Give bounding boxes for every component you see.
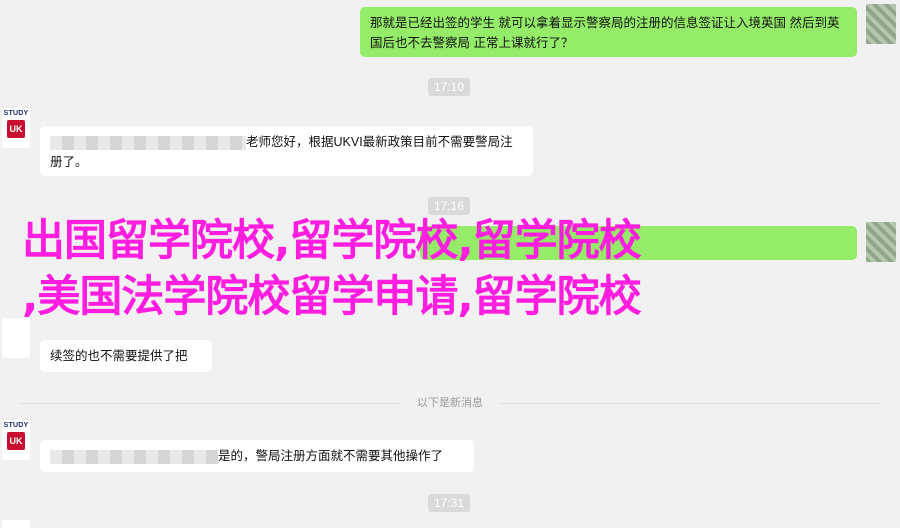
message-text: 那就是已经出签的学生 就可以拿着显示警察局的注册的信息签证让入境英国 然后到英国… xyxy=(370,16,840,50)
divider-line-right xyxy=(500,403,880,404)
timestamp: 17:16 xyxy=(428,197,470,215)
timestamp: 17:31 xyxy=(428,494,470,512)
contact-avatar[interactable] xyxy=(866,4,896,44)
message-bubble-sent[interactable]: 那就是已经出签的学生 就可以拿着显示警察局的注册的信息签证让入境英国 然后到英国… xyxy=(360,7,857,57)
message-text: 续签的也不需要提供了把 xyxy=(50,349,188,363)
overlay-headline-line1: 出国留学院校,留学院校,留学院校 xyxy=(22,216,642,266)
study-uk-avatar[interactable] xyxy=(2,520,30,528)
message-bubble-received[interactable]: 老师您好，根据UKVI最新政策目前不需要警局注册了。 xyxy=(40,126,533,176)
overlay-headline-line2: ,美国法学院校留学申请,留学院校 xyxy=(22,272,642,322)
divider-line-left xyxy=(20,403,400,404)
redacted-block xyxy=(50,135,246,150)
study-uk-avatar[interactable] xyxy=(2,318,30,358)
message-bubble-received[interactable]: 是的，警局注册方面就不需要其他操作了 xyxy=(40,440,474,472)
message-bubble-received[interactable]: 续签的也不需要提供了把 xyxy=(40,340,212,372)
message-text: 是的，警局注册方面就不需要其他操作了 xyxy=(218,449,444,463)
timestamp: 17:10 xyxy=(428,78,470,96)
avatar-study-label: STUDY xyxy=(3,422,29,429)
new-messages-divider: 以下是新消息 xyxy=(417,397,483,409)
uk-flag-icon: UK xyxy=(7,432,25,450)
study-uk-avatar[interactable]: STUDY UK xyxy=(2,108,30,148)
uk-flag-icon: UK xyxy=(7,120,25,138)
redacted-block xyxy=(50,449,218,464)
contact-avatar[interactable] xyxy=(866,222,896,262)
avatar-study-label: STUDY xyxy=(3,110,29,117)
study-uk-avatar[interactable]: STUDY UK xyxy=(2,420,30,460)
